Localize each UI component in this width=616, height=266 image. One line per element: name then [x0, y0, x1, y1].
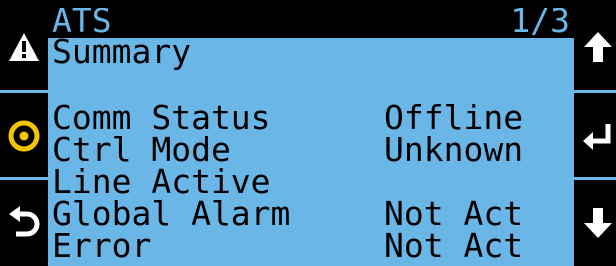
alarm-button[interactable]	[0, 4, 48, 90]
arrow-down-icon	[584, 208, 612, 238]
enter-icon	[583, 124, 611, 150]
row-label-error: Error	[52, 226, 152, 265]
back-button[interactable]	[0, 180, 48, 266]
target-icon	[8, 120, 40, 152]
arrow-up-icon	[584, 32, 612, 62]
home-button[interactable]	[0, 93, 48, 179]
down-button[interactable]	[574, 180, 616, 266]
enter-button[interactable]	[574, 93, 616, 179]
screen-subtitle: Summary	[52, 32, 192, 71]
right-button-column	[574, 0, 616, 266]
warning-icon	[9, 33, 39, 61]
row-value-ctrl-mode: Unknown	[384, 130, 524, 169]
back-icon	[9, 206, 40, 237]
row-value-error: Not Act	[384, 226, 524, 265]
lcd-screen: ATS 1/3 Summary Comm Status Offline Ctrl…	[48, 8, 574, 266]
page-indicator: 1/3	[510, 8, 570, 40]
up-button[interactable]	[574, 4, 616, 90]
left-button-column	[0, 0, 48, 266]
